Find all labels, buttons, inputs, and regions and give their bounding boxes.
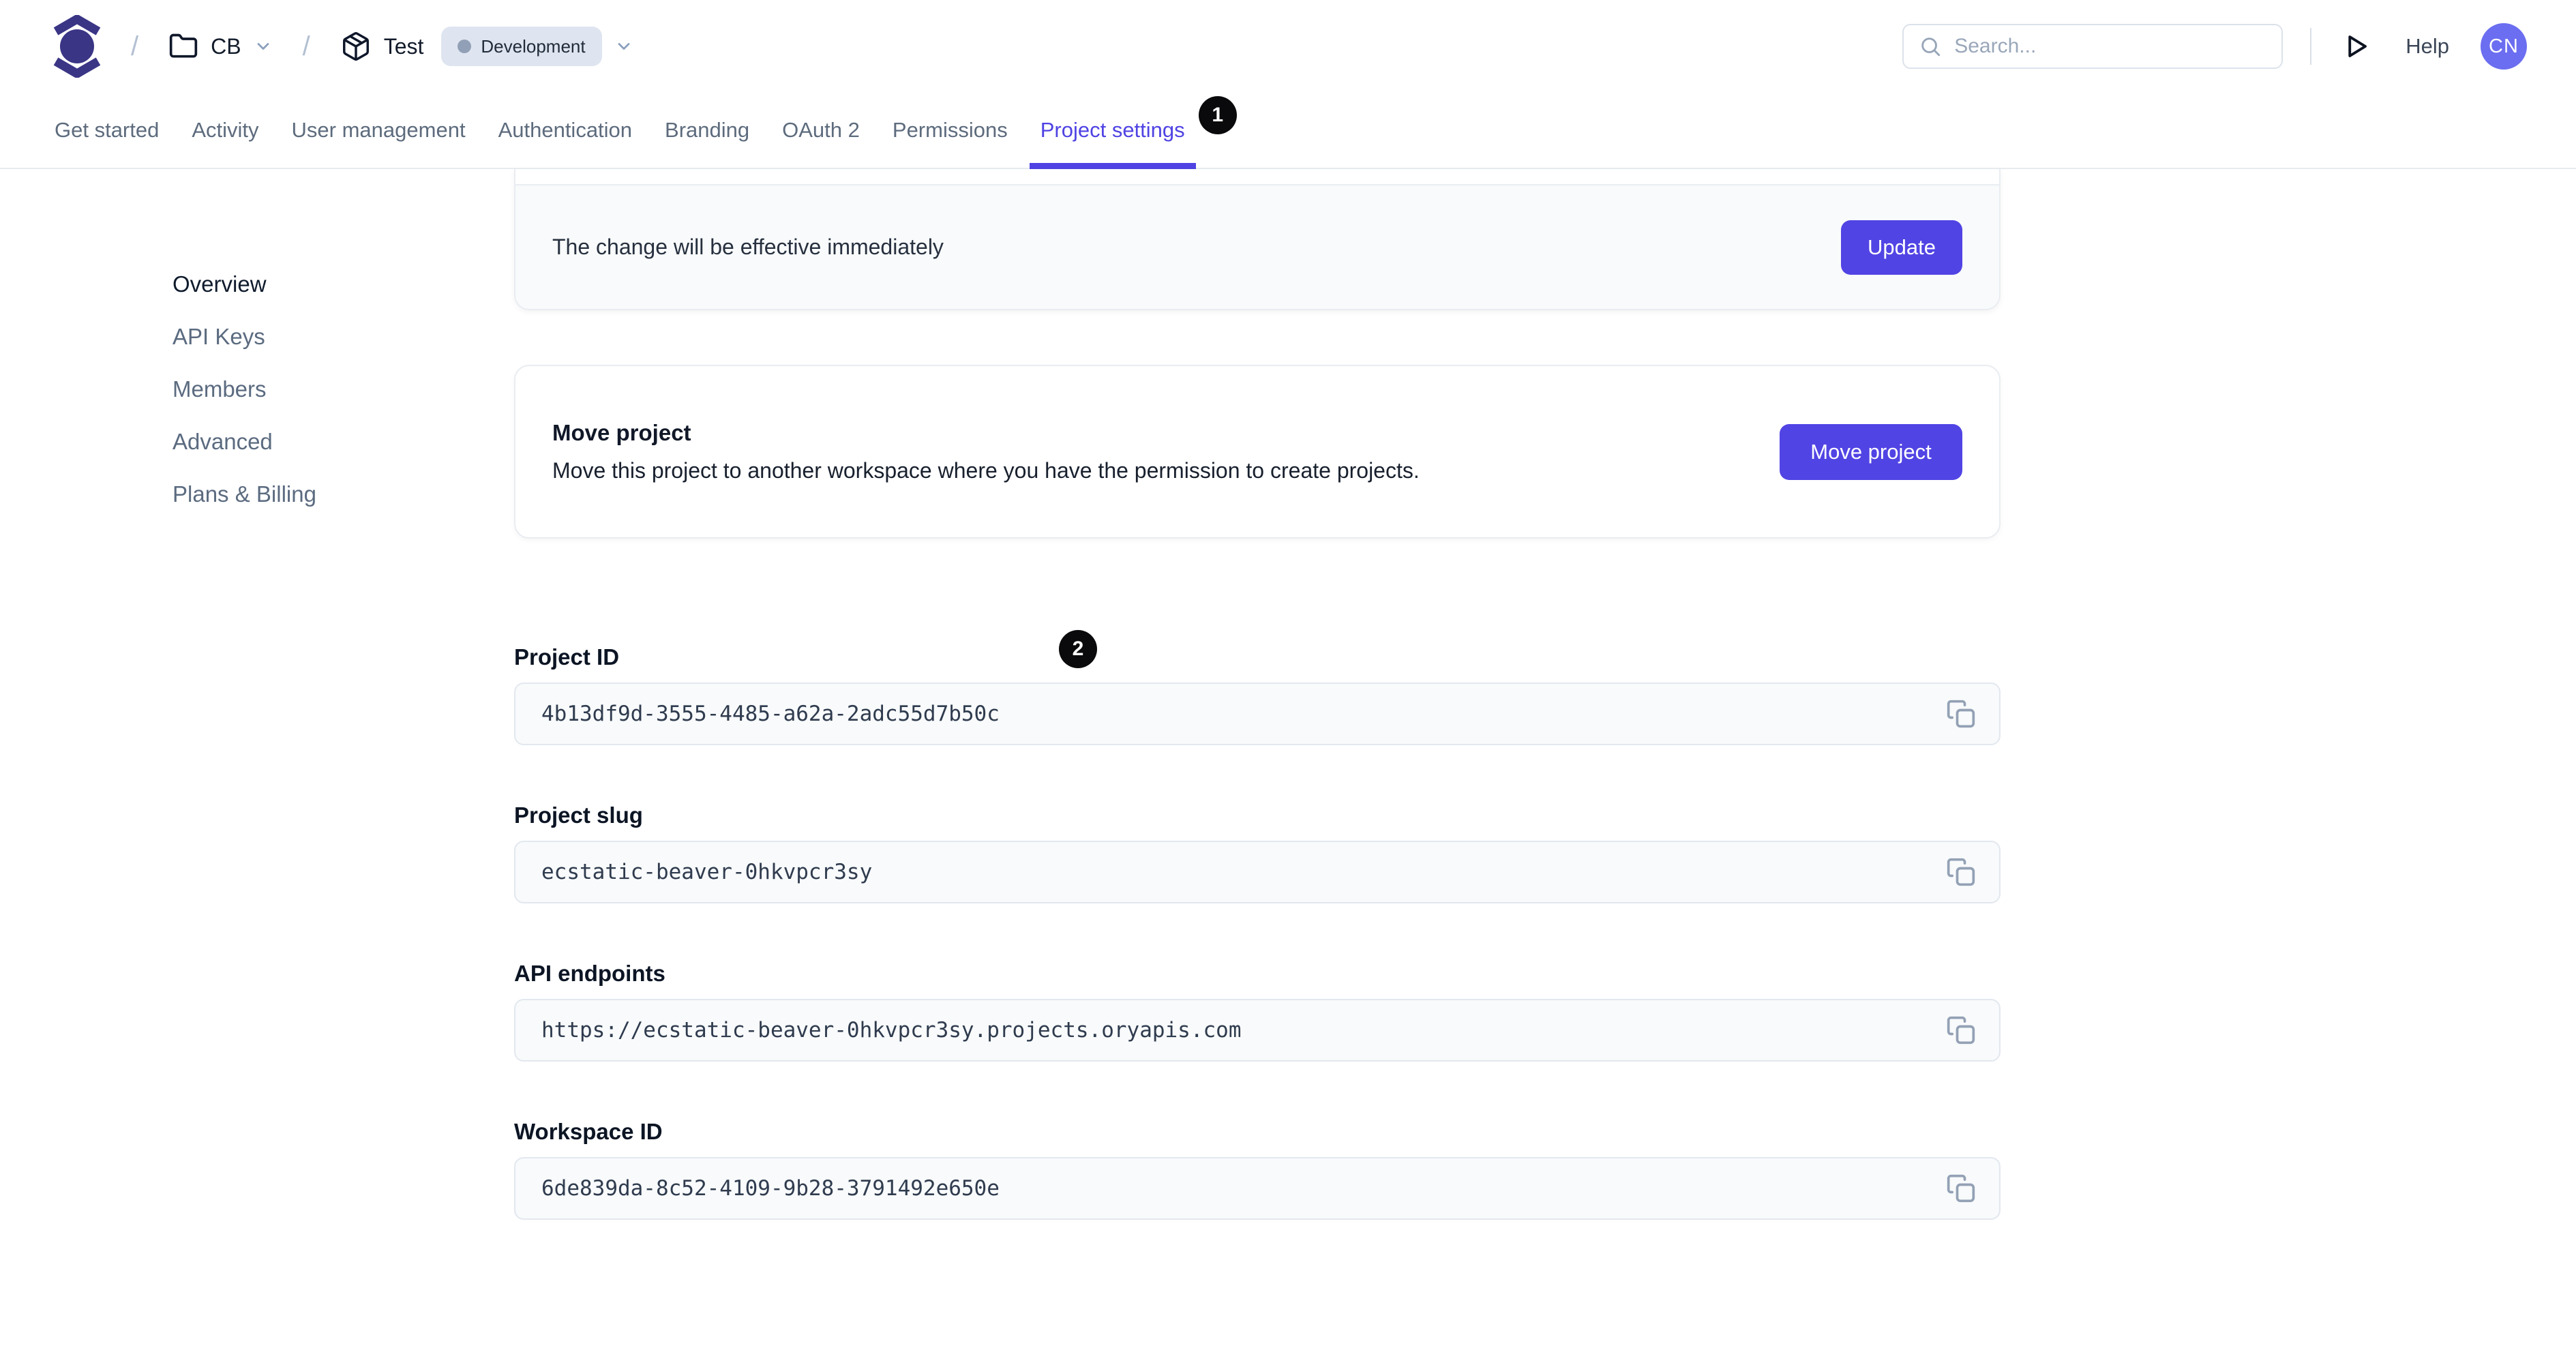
sidebar-item-plans-billing[interactable]: Plans & Billing [173,483,316,506]
settings-sidebar: Overview API Keys Members Advanced Plans… [173,273,316,506]
api-endpoints-value: https://ecstatic-beaver-0hkvpcr3sy.proje… [541,1018,1242,1042]
workspace-id-section: Workspace ID 6de839da-8c52-4109-9b28-379… [514,1120,2001,1220]
copy-api-endpoints-button[interactable] [1946,1015,1976,1045]
update-card: The change will be effective immediately… [514,169,2001,310]
header-divider [2310,28,2312,65]
search-input[interactable] [1953,34,2267,59]
move-project-card: Move project Move this project to anothe… [514,365,2001,539]
breadcrumb-separator: / [302,31,310,61]
workspace-id-value: 6de839da-8c52-4109-9b28-3791492e650e [541,1176,1000,1201]
project-identifiers: Project ID 4b13df9d-3555-4485-a62a-2adc5… [514,646,2001,1220]
workspace-switcher[interactable]: CB [168,31,272,61]
help-button[interactable]: Help [2406,34,2449,59]
play-icon [2341,32,2370,61]
avatar[interactable]: CN [2481,23,2527,70]
tab-permissions[interactable]: Permissions [893,93,1008,168]
sidebar-item-overview[interactable]: Overview [173,273,316,296]
workspace-id-label: Workspace ID [514,1119,663,1144]
workspace-name: CB [211,33,241,59]
environment-label: Development [481,35,586,57]
copy-icon [1946,1173,1976,1203]
annotation-badge-2: 2 [1059,630,1097,668]
environment-badge: Development [441,27,602,66]
tab-get-started[interactable]: Get started [55,93,159,168]
tab-oauth2[interactable]: OAuth 2 [782,93,860,168]
copy-icon [1946,1015,1976,1045]
breadcrumb: / CB / Test Development [53,15,633,78]
update-card-body [515,169,1999,184]
tab-branding[interactable]: Branding [665,93,749,168]
copy-workspace-id-button[interactable] [1946,1173,1976,1203]
tab-activity[interactable]: Activity [192,93,258,168]
project-id-label: Project ID [514,644,620,670]
sidebar-item-advanced[interactable]: Advanced [173,430,316,453]
ory-logo-icon [53,15,101,78]
project-slug-section: Project slug ecstatic-beaver-0hkvpcr3sy [514,804,2001,903]
tab-user-management[interactable]: User management [292,93,466,168]
update-card-footer: The change will be effective immediately… [515,184,1999,309]
api-endpoints-section: API endpoints https://ecstatic-beaver-0h… [514,962,2001,1062]
project-id-value: 4b13df9d-3555-4485-a62a-2adc55d7b50c [541,702,1000,726]
chevron-down-icon [254,37,273,56]
run-button[interactable] [2341,32,2370,61]
api-endpoints-field: https://ecstatic-beaver-0hkvpcr3sy.proje… [514,999,2001,1062]
workspace-id-field: 6de839da-8c52-4109-9b28-3791492e650e [514,1157,2001,1220]
header: / CB / Test Development Search... Help C… [0,0,2576,93]
package-icon [340,31,372,62]
tab-project-settings[interactable]: Project settings [1029,93,1196,169]
project-id-field: 4b13df9d-3555-4485-a62a-2adc55d7b50c [514,682,2001,745]
sidebar-item-members[interactable]: Members [173,378,316,401]
home-logo-button[interactable] [53,15,101,78]
project-slug-field: ecstatic-beaver-0hkvpcr3sy [514,841,2001,903]
breadcrumb-separator: / [131,31,139,61]
move-project-description: Move this project to another workspace w… [552,458,1420,483]
move-project-button[interactable]: Move project [1780,423,1962,480]
project-tabs: Get started Activity User management Aut… [0,93,2576,169]
annotation-badge-1: 1 [1198,96,1237,134]
move-project-text: Move project Move this project to anothe… [552,420,1420,483]
project-id-section: Project ID 4b13df9d-3555-4485-a62a-2adc5… [514,646,2001,745]
search-icon [1919,35,1942,58]
update-message: The change will be effective immediately [552,235,944,259]
search-box[interactable] [1902,24,2283,69]
move-project-title: Move project [552,420,691,445]
project-switcher[interactable]: Test Development [340,27,633,66]
project-name: Test [383,33,424,59]
project-slug-value: ecstatic-beaver-0hkvpcr3sy [541,860,873,884]
header-actions: Help CN [1902,23,2527,70]
project-slug-label: Project slug [514,802,643,828]
copy-icon [1946,857,1976,887]
copy-icon [1946,699,1976,729]
status-dot [458,40,472,53]
update-button[interactable]: Update [1841,220,1962,275]
folder-icon [168,31,198,61]
tab-authentication[interactable]: Authentication [498,93,632,168]
api-endpoints-label: API endpoints [514,961,665,986]
copy-project-slug-button[interactable] [1946,857,1976,887]
sidebar-item-api-keys[interactable]: API Keys [173,325,316,348]
settings-content: The change will be effective immediately… [514,169,2001,1278]
ory-console-app: / CB / Test Development Search... Help C… [0,0,2576,1365]
copy-project-id-button[interactable] [1946,699,1976,729]
chevron-down-icon [614,37,633,56]
